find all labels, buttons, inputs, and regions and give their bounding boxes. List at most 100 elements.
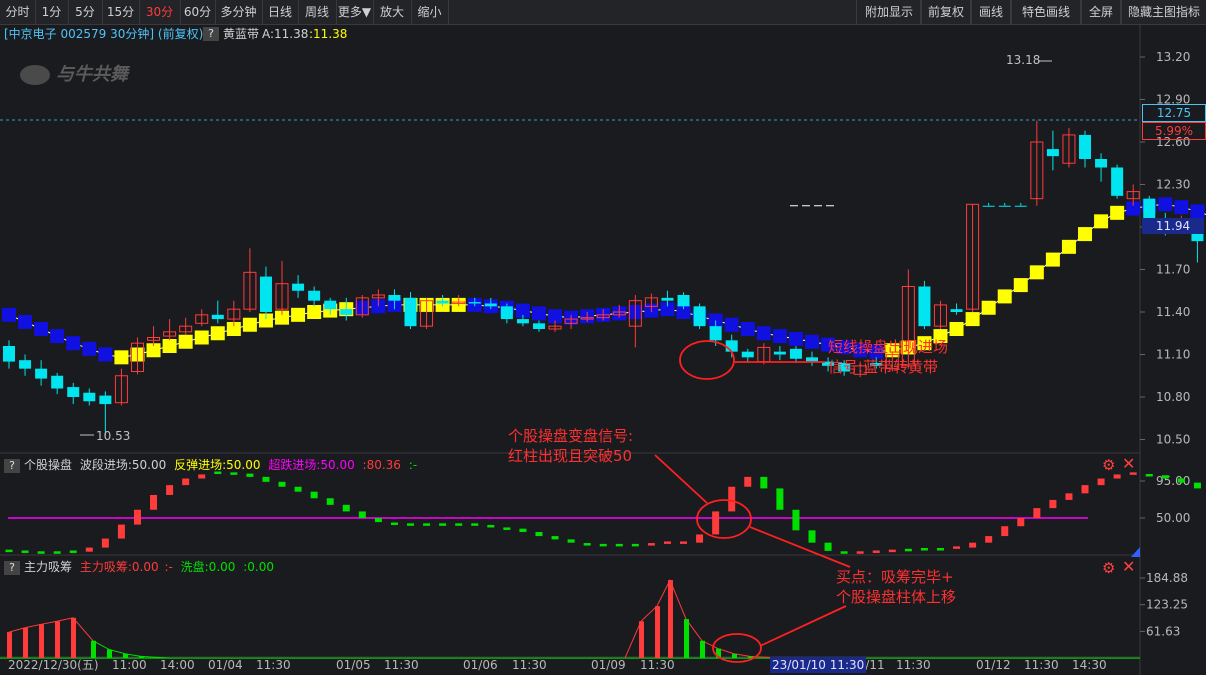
oscillator-bar xyxy=(792,509,800,531)
annotation-arrow xyxy=(749,526,851,568)
close-icon[interactable]: ✕ xyxy=(1122,559,1135,575)
time-tick: 11:30 xyxy=(1024,658,1059,672)
oscillator-bar xyxy=(503,527,511,530)
oscillator-bar xyxy=(471,523,479,526)
candle-body xyxy=(308,290,321,301)
accumulation-bar xyxy=(655,606,660,659)
accumulation-line xyxy=(8,617,94,642)
bull-icon xyxy=(20,65,50,85)
candle-body xyxy=(436,300,449,304)
oscillator-bar xyxy=(712,511,720,535)
pane2-header: ? 个股操盘 波段进场:50.00 反弹进场:50.00 超跌进场:50.00 :… xyxy=(4,457,417,473)
candle-body xyxy=(806,357,818,362)
help-button[interactable]: ? xyxy=(4,458,20,473)
candle-body xyxy=(83,392,96,402)
candle-body xyxy=(773,351,786,355)
oscillator-bar xyxy=(117,524,125,539)
annotation-arrow xyxy=(654,454,708,504)
pane3-param4: :0.00 xyxy=(243,560,274,574)
wash-bar xyxy=(700,640,705,659)
annotation-line: 短线操盘出现进场 xyxy=(828,338,949,356)
low-price-label: 10.53 xyxy=(96,429,131,443)
oscillator-bar xyxy=(69,550,77,553)
ribbon-block xyxy=(1013,278,1028,293)
candle-body xyxy=(693,306,706,327)
candle-body xyxy=(1079,134,1092,159)
ribbon-block xyxy=(242,317,257,332)
ribbon-block xyxy=(756,326,771,341)
price-tick-label: 10.80 xyxy=(1156,390,1190,404)
ribbon-block xyxy=(1110,205,1125,220)
candle-body xyxy=(1143,198,1156,220)
candle-body xyxy=(741,351,754,358)
accumulation-bar xyxy=(639,621,644,659)
ribbon-block xyxy=(210,326,225,341)
oscillator-bar xyxy=(551,536,559,540)
help-button[interactable]: ? xyxy=(4,560,20,575)
oscillator-bar xyxy=(631,543,639,547)
oscillator-bar xyxy=(455,523,463,526)
oscillator-bar xyxy=(182,478,190,486)
oscillator-bar xyxy=(326,498,334,505)
oscillator-bar xyxy=(1065,493,1073,500)
oscillator-bar xyxy=(808,530,816,543)
oscillator-bar xyxy=(583,543,591,546)
candle-body xyxy=(709,326,722,341)
pane3-tick-label: 123.25 xyxy=(1146,598,1188,612)
oscillator-bar xyxy=(1097,478,1105,486)
ribbon-block xyxy=(34,322,49,336)
price-tick-label: 12.30 xyxy=(1156,178,1190,192)
oscillator-bar xyxy=(358,511,366,518)
wash-bar xyxy=(91,640,96,659)
time-tick: 2022/12/30(五) xyxy=(8,658,99,672)
ribbon-block xyxy=(291,307,306,322)
oscillator-bar xyxy=(198,474,206,479)
annotation-line: 信号:蓝带转黄带 xyxy=(828,358,939,376)
candle-body xyxy=(3,346,15,362)
accumulation-bar xyxy=(668,580,673,659)
annotation-circle xyxy=(679,340,735,380)
ribbon-block xyxy=(1174,200,1189,215)
candle-body xyxy=(500,306,513,320)
candle-body xyxy=(259,276,272,312)
candle-body xyxy=(324,300,337,310)
candle-body xyxy=(35,368,48,379)
time-tick: 11:30 xyxy=(896,658,931,672)
annotation-circle xyxy=(696,499,752,539)
oscillator-bar xyxy=(519,528,527,532)
oscillator-bar xyxy=(904,548,912,552)
watermark-logo: 与牛共舞 xyxy=(20,60,128,86)
accumulation-bar xyxy=(7,632,12,659)
ribbon-block xyxy=(1190,204,1205,219)
ribbon-block xyxy=(66,336,81,351)
pane2-param4: :80.36 xyxy=(362,458,401,472)
settings-gear-icon[interactable]: ⚙ xyxy=(1102,457,1115,473)
oscillator-bar xyxy=(1113,474,1121,479)
oscillator-bar xyxy=(1161,475,1169,479)
oscillator-bar xyxy=(85,547,93,552)
candle-body xyxy=(516,319,529,324)
accumulation-bar xyxy=(71,617,76,659)
time-tick: 11:00 xyxy=(112,658,147,672)
annotation-line: 个股操盘变盘信号: xyxy=(508,427,634,445)
oscillator-bar xyxy=(407,523,414,526)
pane3-param3: 洗盘:0.00 xyxy=(180,560,236,574)
oscillator-bar xyxy=(5,549,13,553)
close-icon[interactable]: ✕ xyxy=(1122,456,1135,472)
ribbon-block xyxy=(2,307,16,322)
oscillator-bar xyxy=(615,543,623,547)
current-price-box: 12.75 xyxy=(1142,104,1206,122)
oscillator-bar xyxy=(728,486,736,512)
watermark-text: 与牛共舞 xyxy=(56,64,128,85)
ribbon-block xyxy=(772,329,787,344)
pane2-title[interactable]: 个股操盘 xyxy=(24,458,72,472)
oscillator-bar xyxy=(1177,478,1185,483)
oscillator-bar xyxy=(1049,499,1057,509)
oscillator-bar xyxy=(776,488,784,510)
pane3-title[interactable]: 主力吸筹 xyxy=(24,560,72,574)
ribbon-block xyxy=(949,322,964,336)
candle-body xyxy=(998,205,1011,207)
oscillator-bar xyxy=(856,551,864,554)
settings-gear-icon[interactable]: ⚙ xyxy=(1102,560,1115,576)
pane2-param2: 反弹进场:50.00 xyxy=(174,458,261,472)
